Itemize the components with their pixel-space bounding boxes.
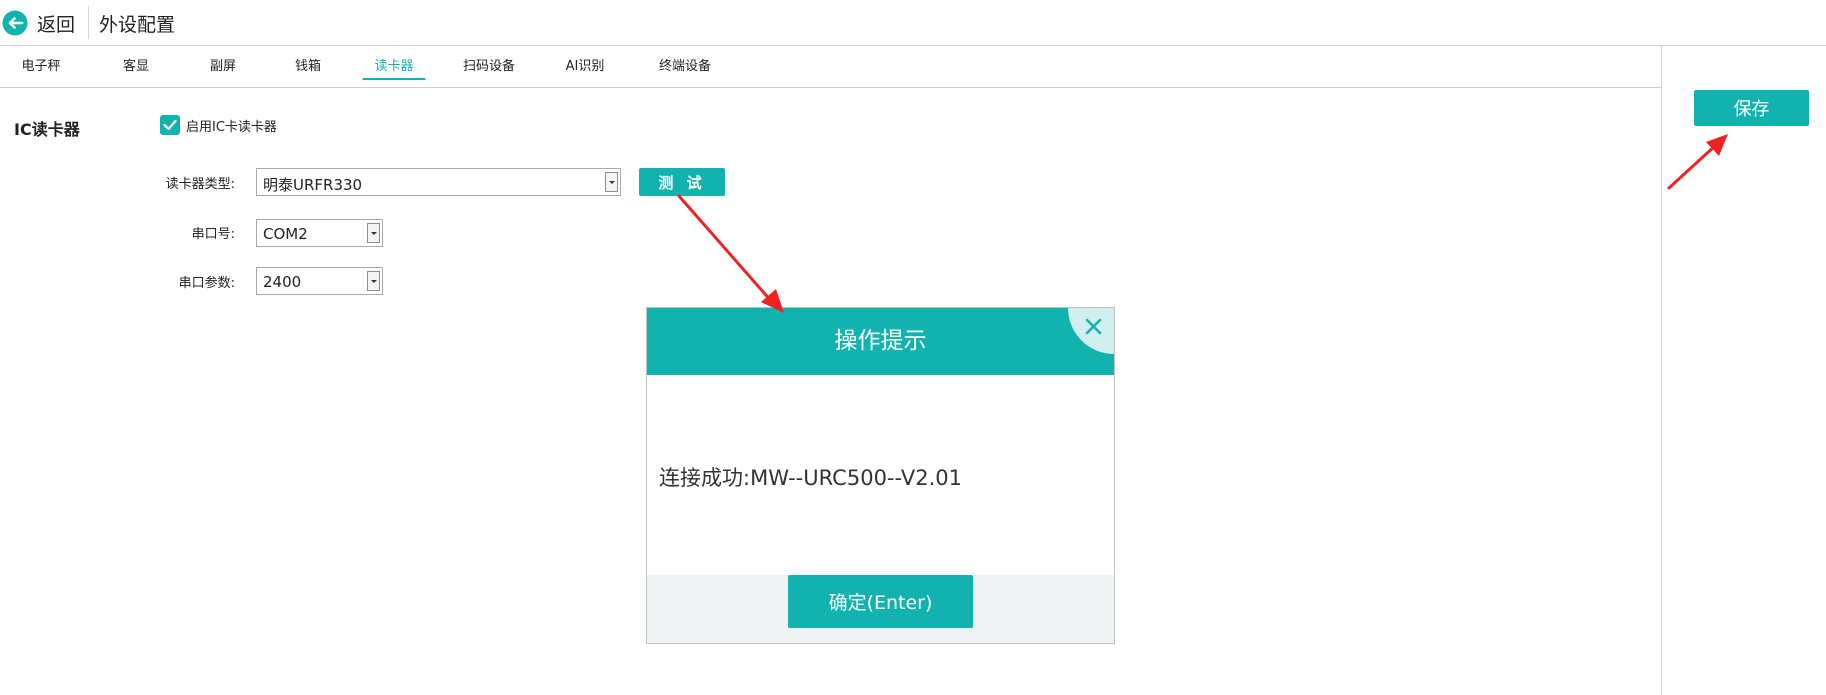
check-icon bbox=[163, 119, 177, 131]
back-button[interactable]: 返回 bbox=[2, 9, 75, 37]
arrow-test-to-dialog bbox=[677, 194, 784, 313]
dialog-message: 连接成功:MW--URC500--V2.01 bbox=[659, 466, 962, 490]
back-label: 返回 bbox=[37, 13, 76, 36]
page-title: 外设配置 bbox=[99, 14, 176, 36]
baud-value: 2400 bbox=[263, 273, 302, 291]
top-bar: 返回 外设配置 bbox=[0, 0, 1826, 46]
port-value: COM2 bbox=[263, 225, 308, 243]
tab-terminal-device[interactable]: 终端设备 bbox=[655, 59, 715, 83]
enable-label: 启用IC卡读卡器 bbox=[186, 119, 277, 135]
section-title: IC读卡器 bbox=[14, 120, 80, 139]
save-button[interactable]: 保存 bbox=[1694, 90, 1809, 126]
device-tabs: 电子秤 客显 副屏 钱箱 读卡器 扫码设备 AI识别 终端设备 bbox=[0, 46, 1661, 88]
port-select[interactable]: COM2 bbox=[256, 219, 383, 247]
enable-ic-reader-checkbox[interactable]: 启用IC卡读卡器 bbox=[160, 115, 277, 135]
chevron-down-icon[interactable] bbox=[367, 271, 380, 291]
reader-type-value: 明泰URFR330 bbox=[263, 176, 363, 194]
tab-card-reader[interactable]: 读卡器 bbox=[362, 59, 426, 83]
arrow-to-save bbox=[1667, 134, 1728, 190]
close-icon[interactable] bbox=[1068, 308, 1114, 354]
tab-ai-recognition[interactable]: AI识别 bbox=[562, 59, 609, 83]
baud-label: 串口参数: bbox=[178, 276, 235, 291]
operation-prompt-dialog: 操作提示 连接成功:MW--URC500--V2.01 确定(Enter) bbox=[646, 307, 1115, 644]
tab-secondary-screen[interactable]: 副屏 bbox=[206, 59, 240, 83]
port-label: 串口号: bbox=[191, 227, 235, 242]
dialog-title: 操作提示 bbox=[834, 328, 927, 354]
baud-select[interactable]: 2400 bbox=[256, 267, 383, 295]
tab-scale[interactable]: 电子秤 bbox=[17, 59, 64, 83]
tab-scanner[interactable]: 扫码设备 bbox=[459, 59, 519, 83]
chevron-down-icon[interactable] bbox=[605, 172, 618, 192]
panel-divider bbox=[1661, 46, 1662, 695]
reader-type-label: 读卡器类型: bbox=[165, 177, 235, 192]
test-button[interactable]: 测 试 bbox=[639, 168, 725, 196]
tab-customer-display[interactable]: 客显 bbox=[119, 59, 153, 83]
confirm-button[interactable]: 确定(Enter) bbox=[788, 575, 973, 628]
checkbox[interactable] bbox=[160, 115, 180, 135]
chevron-down-icon[interactable] bbox=[367, 223, 380, 243]
back-arrow-circle-icon bbox=[2, 10, 28, 36]
tab-cash-drawer[interactable]: 钱箱 bbox=[291, 59, 325, 83]
reader-type-select[interactable]: 明泰URFR330 bbox=[256, 168, 621, 196]
header-divider bbox=[88, 6, 89, 39]
